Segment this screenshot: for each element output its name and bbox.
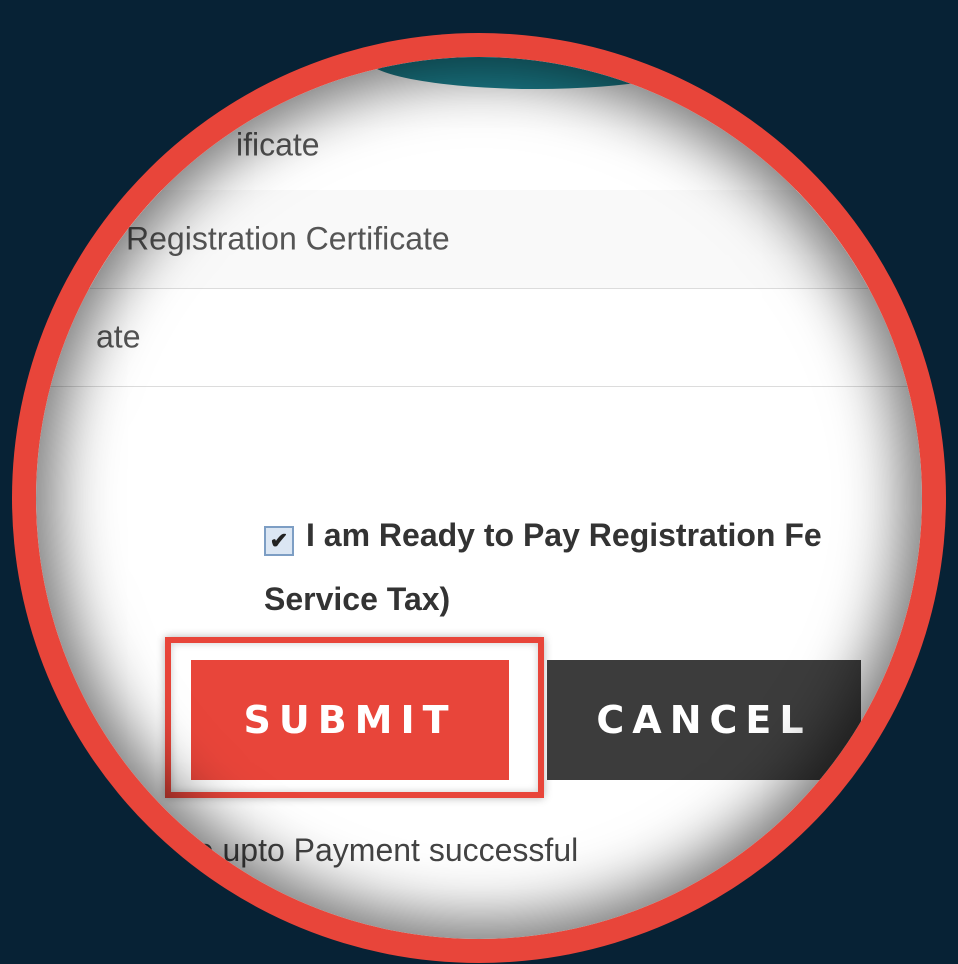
- document-row: ificate: [36, 57, 922, 191]
- consent-checkbox[interactable]: ✔: [264, 526, 294, 556]
- payment-note: late upto Payment successful: [162, 832, 579, 868]
- submit-button[interactable]: SUBMIT: [191, 660, 509, 780]
- document-row: Registration Certificate: [36, 190, 922, 289]
- magnifier-lens: ificate Registration Certificate ate ✔ I …: [12, 33, 946, 963]
- cancel-button[interactable]: CANCEL: [547, 660, 861, 780]
- document-label: ificate: [236, 126, 320, 163]
- consent-text-line1: I am Ready to Pay Registration Fe: [306, 517, 822, 553]
- consent-checkbox-label[interactable]: ✔ I am Ready to Pay Registration Fe Servi…: [264, 503, 822, 631]
- document-label: Registration Certificate: [126, 220, 450, 257]
- document-row: ate: [36, 288, 922, 387]
- consent-text-line2: Service Tax): [264, 581, 451, 617]
- document-label: ate: [96, 318, 141, 355]
- zoomed-form: ificate Registration Certificate ate ✔ I …: [36, 57, 922, 939]
